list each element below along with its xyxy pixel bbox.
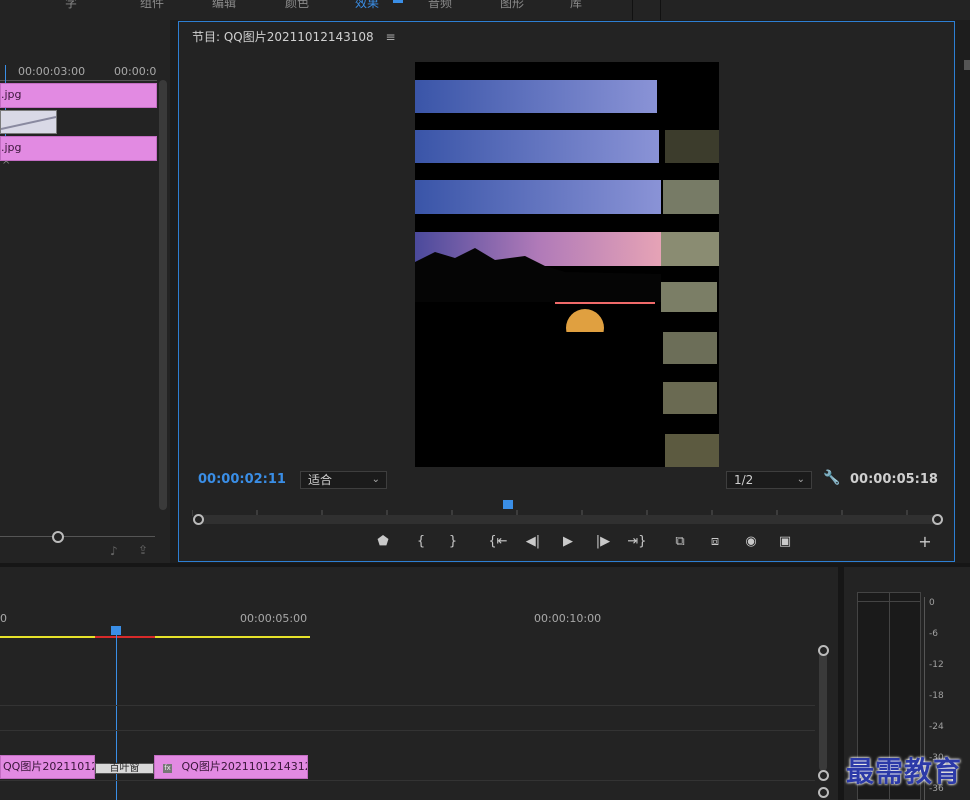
fit-zoom-dropdown[interactable]: 适合 ⌄ xyxy=(300,471,387,489)
menu-item-libraries[interactable]: 库 xyxy=(570,0,582,11)
video-frame-illustration xyxy=(415,80,719,467)
step-back-icon[interactable]: ◀| xyxy=(522,532,544,552)
chevron-up-icon[interactable]: ^ xyxy=(2,160,10,171)
timeline-panel: 00:00:05:00 00:00:10:00 0 QQ图片2021101214… xyxy=(0,567,838,800)
program-video-preview[interactable] xyxy=(415,62,719,467)
program-current-timecode[interactable]: 00:00:02:11 xyxy=(198,472,286,487)
panel-divider[interactable] xyxy=(0,563,970,567)
menu-item-graphics[interactable]: 图形 xyxy=(500,0,524,11)
go-to-out-icon[interactable]: ⇥} xyxy=(626,532,648,552)
timeline-clip-b[interactable]: fx QQ图片20211012143120.jpg xyxy=(154,755,308,779)
ruler-timecode-3s: 00:00:03:00 xyxy=(18,65,86,78)
track-divider xyxy=(0,780,815,781)
workspace-menu-strip: 字 组件 编辑 颜色 效果 音频 图形 库 xyxy=(0,0,970,20)
menu-active-indicator xyxy=(393,0,403,3)
program-time-ruler[interactable] xyxy=(191,501,939,516)
db-label: -12 xyxy=(929,660,944,670)
menu-item-assembly[interactable]: 组件 xyxy=(140,0,164,11)
source-timeline-panel: 00:00:03:00 00:00:0 .jpg .jpg ^ ♪ ⇪ xyxy=(0,20,170,565)
timeline-playhead-line[interactable] xyxy=(116,633,117,800)
audio-export-icon[interactable]: ♪ xyxy=(110,544,118,558)
vscroll-handle-bottom[interactable] xyxy=(818,770,829,781)
resolution-value: 1/2 xyxy=(734,473,754,487)
play-icon[interactable]: ▶ xyxy=(557,532,579,552)
clip-label: .jpg xyxy=(1,88,22,101)
timeline-clip-a[interactable]: QQ图片2021101214 xyxy=(0,755,95,779)
clip-label: .jpg xyxy=(1,141,22,154)
transition-blinds[interactable]: 百叶窗 xyxy=(95,763,154,774)
step-forward-icon[interactable]: |▶ xyxy=(592,532,614,552)
timeline-ruler-5s: 00:00:05:00 xyxy=(240,612,308,625)
timeline-vertical-scrollbar[interactable] xyxy=(819,651,827,771)
resolution-dropdown[interactable]: 1/2 ⌄ xyxy=(726,471,812,489)
fit-zoom-value: 适合 xyxy=(308,473,333,487)
hscroll-handle[interactable] xyxy=(818,787,829,798)
wrench-icon[interactable]: 🔧 xyxy=(823,470,840,486)
zoom-handle-left[interactable] xyxy=(193,514,204,525)
export-frame-icon[interactable]: ⇪ xyxy=(138,543,148,557)
source-vertical-scrollbar[interactable] xyxy=(159,80,167,510)
chevron-down-icon: ⌄ xyxy=(796,474,805,485)
program-playhead-marker[interactable] xyxy=(502,500,513,509)
mark-out-icon[interactable]: } xyxy=(442,532,464,552)
timeline-ruler-10s: 00:00:10:00 xyxy=(534,612,602,625)
source-clip-top[interactable]: .jpg xyxy=(0,83,157,108)
render-bar-red xyxy=(95,636,155,638)
go-to-in-icon[interactable]: {⇤ xyxy=(487,532,509,552)
timeline-ruler-zero: 0 xyxy=(0,612,7,625)
db-label: 0 xyxy=(929,598,935,608)
mark-in-icon[interactable]: { xyxy=(410,532,432,552)
menu-divider xyxy=(632,0,633,20)
panel-divider-vertical[interactable] xyxy=(838,567,844,800)
menu-item-audio[interactable]: 音频 xyxy=(428,0,452,11)
menu-item-text[interactable]: 字 xyxy=(65,0,77,11)
hamburger-icon[interactable]: ≡ xyxy=(385,30,395,44)
program-title-text: 节目: QQ图片20211012143108 xyxy=(192,30,374,44)
zoom-scroll-bar[interactable] xyxy=(197,515,937,524)
menu-item-effects[interactable]: 效果 xyxy=(355,0,379,11)
db-label: -18 xyxy=(929,691,944,701)
db-label: -24 xyxy=(929,722,944,732)
ruler-baseline xyxy=(0,80,157,81)
program-monitor-title: 节目: QQ图片20211012143108 ≡ xyxy=(192,28,396,45)
clip-a-label: QQ图片2021101214 xyxy=(3,760,94,773)
watermark-text: 最需教育 xyxy=(846,755,963,788)
fx-badge-icon: fx xyxy=(163,764,172,773)
vscroll-handle-top[interactable] xyxy=(818,645,829,656)
lift-icon[interactable]: ⧉ xyxy=(669,532,691,552)
ruler-timecode-4s: 00:00:0 xyxy=(114,65,157,78)
zoom-handle-right[interactable] xyxy=(932,514,943,525)
track-divider xyxy=(0,705,815,706)
menu-item-color[interactable]: 颜色 xyxy=(285,0,309,11)
source-clip-bottom[interactable]: .jpg xyxy=(0,136,157,161)
db-label: -6 xyxy=(929,629,938,639)
add-button-icon[interactable]: + xyxy=(914,532,936,552)
transition-label: 百叶窗 xyxy=(109,763,140,774)
track-divider xyxy=(0,730,815,731)
source-hscroll-track[interactable] xyxy=(0,536,155,537)
source-hscroll-handle[interactable] xyxy=(52,531,64,543)
menu-divider xyxy=(660,0,661,20)
menu-item-edit[interactable]: 编辑 xyxy=(212,0,236,11)
keyframe-line-icon xyxy=(0,116,57,130)
transition-keyframe-box[interactable] xyxy=(0,110,57,134)
add-marker-icon[interactable]: ⬟ xyxy=(372,532,394,552)
camera-icon[interactable]: ◉ xyxy=(740,532,762,552)
compare-view-icon[interactable]: ▣ xyxy=(774,532,796,552)
chevron-down-icon: ⌄ xyxy=(371,474,380,485)
extract-icon[interactable]: ⧈ xyxy=(704,532,726,552)
program-monitor-panel: 节目: QQ图片20211012143108 ≡ 00:00:02:11 适合 … xyxy=(178,21,955,562)
clip-b-label: QQ图片20211012143120.jpg xyxy=(181,760,308,773)
program-duration-timecode: 00:00:05:18 xyxy=(850,472,938,487)
right-edge-grip[interactable] xyxy=(964,60,970,70)
work-area-bar[interactable] xyxy=(0,636,310,638)
